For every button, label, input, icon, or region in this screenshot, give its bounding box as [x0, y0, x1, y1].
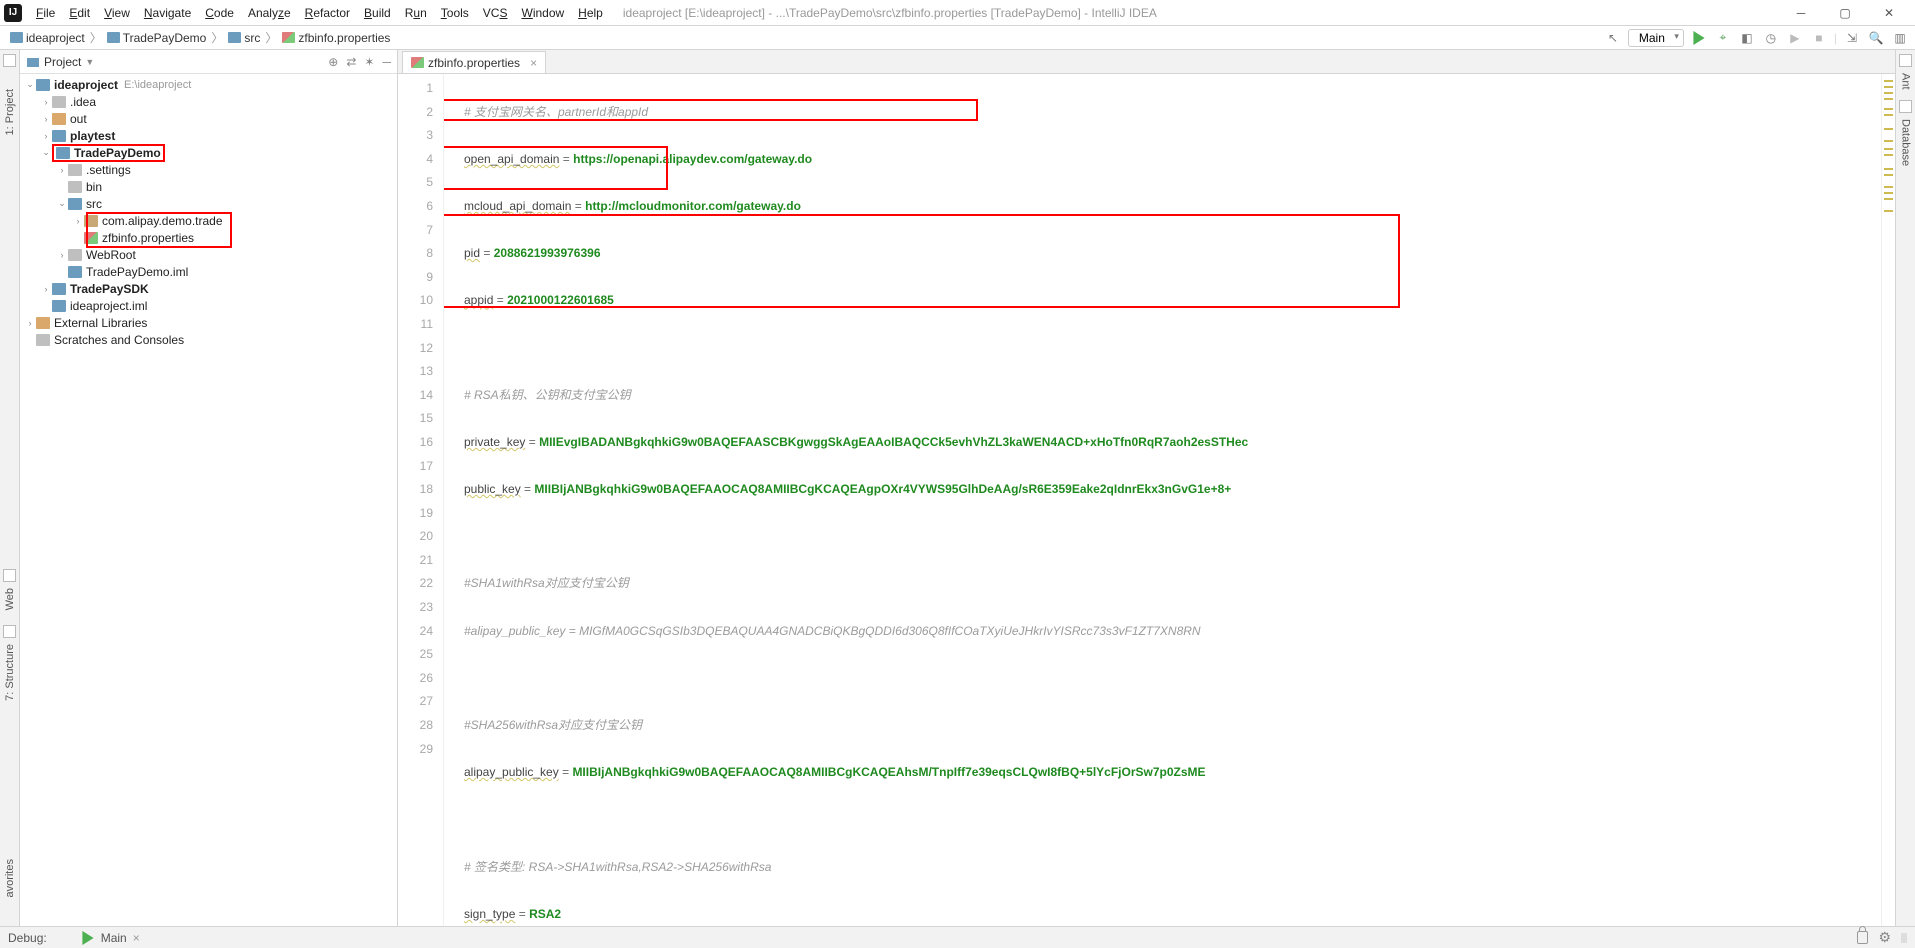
select-opened-file-icon[interactable]: ⊕ [328, 55, 338, 69]
project-panel-icon [26, 55, 40, 69]
project-panel: Project ▼ ⊕ ⇄ ✶ ─ ⌄ideaprojectE:\ideapro… [20, 50, 398, 926]
favorites-toolwindow-label[interactable]: avorites [4, 859, 16, 898]
tree-webroot[interactable]: ›WebRoot [20, 246, 397, 263]
menu-analyze[interactable]: Analyze [242, 4, 297, 22]
database-toolwindow-icon[interactable] [1899, 100, 1912, 113]
git-update-button[interactable]: ⇲ [1843, 29, 1861, 47]
search-everywhere-icon[interactable]: 🔍 [1867, 29, 1885, 47]
title-bar: IJ FFileile Edit View Navigate Code Anal… [0, 0, 1915, 26]
window-title: ideaproject [E:\ideaproject] - ...\Trade… [623, 6, 1779, 20]
menu-help[interactable]: Help [572, 4, 609, 22]
back-nav-icon[interactable]: ↖ [1604, 29, 1622, 47]
navigation-bar: ideaproject 〉 TradePayDemo 〉 src 〉 zfbin… [0, 26, 1915, 50]
breadcrumb-module[interactable]: TradePayDemo [103, 30, 211, 46]
hide-icon[interactable]: ─ [382, 55, 391, 69]
run-configuration-dropdown[interactable]: Main [1628, 29, 1684, 47]
menu-refactor[interactable]: Refactor [299, 4, 356, 22]
properties-file-icon [411, 57, 424, 68]
debug-label[interactable]: Debug: [8, 931, 47, 945]
right-tool-strip: Ant Database [1895, 50, 1915, 926]
attach-button[interactable]: ▶ [1786, 29, 1804, 47]
breadcrumb-src[interactable]: src [224, 30, 264, 46]
close-debug-tab-icon[interactable]: × [133, 931, 140, 945]
code-editor[interactable]: # 支付宝网关名、partnerId和appId open_api_domain… [444, 74, 1881, 926]
settings-gear-icon[interactable]: ⚙ [1878, 929, 1891, 946]
editor-panel: zfbinfo.properties × 12345678910 1112131… [398, 50, 1895, 926]
minimap-markers[interactable] [1881, 74, 1895, 926]
tree-out[interactable]: ›out [20, 110, 397, 127]
coverage-button[interactable]: ◧ [1738, 29, 1756, 47]
ant-toolwindow-icon[interactable] [1899, 54, 1912, 67]
project-panel-header: Project ▼ ⊕ ⇄ ✶ ─ [20, 50, 397, 74]
menu-file[interactable]: FFileile [30, 4, 61, 22]
editor-tab-zfbinfo[interactable]: zfbinfo.properties × [402, 51, 546, 73]
tree-src[interactable]: ⌄src [20, 195, 397, 212]
project-tree[interactable]: ⌄ideaprojectE:\ideaproject ›.idea ›out ›… [20, 74, 397, 926]
tab-close-icon[interactable]: × [530, 56, 537, 70]
expand-all-icon[interactable]: ⇄ [346, 55, 356, 69]
tree-root[interactable]: ⌄ideaprojectE:\ideaproject [20, 76, 397, 93]
tree-bin[interactable]: bin [20, 178, 397, 195]
left-tool-strip: 1: Project Web 7: Structure avorites [0, 50, 20, 926]
collapse-icon[interactable]: ✶ [364, 55, 374, 69]
maximize-button[interactable]: ▢ [1823, 0, 1867, 26]
tree-settings[interactable]: ›.settings [20, 161, 397, 178]
stop-button[interactable]: ■ [1810, 29, 1828, 47]
tree-external-libs[interactable]: ›External Libraries [20, 314, 397, 331]
lock-icon[interactable] [1857, 931, 1868, 944]
tree-sdk[interactable]: ›TradePaySDK [20, 280, 397, 297]
menu-view[interactable]: View [98, 4, 136, 22]
status-spacer [1901, 933, 1907, 943]
project-panel-title: Project [44, 55, 81, 69]
app-logo: IJ [4, 4, 22, 22]
menu-edit[interactable]: Edit [63, 4, 96, 22]
web-toolwindow-label[interactable]: Web [4, 588, 16, 610]
layout-icon[interactable]: ▥ [1891, 29, 1909, 47]
menu-window[interactable]: Window [515, 4, 570, 22]
minimize-button[interactable]: ─ [1779, 0, 1823, 26]
tree-idea[interactable]: ›.idea [20, 93, 397, 110]
line-gutter: 12345678910 11121314151617181920 2122232… [398, 74, 444, 926]
status-bar: Debug: Main × ⚙ [0, 926, 1915, 948]
menu-vcs[interactable]: VCS [477, 4, 514, 22]
breadcrumb-file[interactable]: zfbinfo.properties [278, 30, 394, 46]
menu-run[interactable]: Run [399, 4, 433, 22]
tree-rootiml[interactable]: ideaproject.iml [20, 297, 397, 314]
tab-label: zfbinfo.properties [428, 56, 520, 70]
status-run-config[interactable]: Main × [71, 931, 150, 945]
tree-scratches[interactable]: Scratches and Consoles [20, 331, 397, 348]
structure-toolwindow-icon[interactable] [3, 625, 16, 638]
ant-toolwindow-label[interactable]: Ant [1900, 73, 1912, 90]
web-toolwindow-icon[interactable] [3, 569, 16, 582]
tree-playtest[interactable]: ›playtest [20, 127, 397, 144]
tree-tradepaydemo[interactable]: ⌄TradePayDemo [20, 144, 397, 161]
menu-bar: FFileile Edit View Navigate Code Analyze… [30, 4, 609, 22]
database-toolwindow-label[interactable]: Database [1900, 119, 1912, 166]
menu-tools[interactable]: Tools [435, 4, 475, 22]
breadcrumb-root[interactable]: ideaproject [6, 30, 89, 46]
editor-tab-bar: zfbinfo.properties × [398, 50, 1895, 74]
project-toolwindow-label[interactable]: 1: Project [4, 89, 16, 135]
play-icon [81, 931, 95, 945]
run-button[interactable] [1690, 29, 1708, 47]
structure-toolwindow-label[interactable]: 7: Structure [4, 644, 16, 701]
menu-navigate[interactable]: Navigate [138, 4, 197, 22]
profiler-button[interactable]: ◷ [1762, 29, 1780, 47]
project-toolwindow-icon[interactable] [3, 54, 16, 67]
debug-button[interactable]: ⌖ [1714, 29, 1732, 47]
menu-build[interactable]: Build [358, 4, 397, 22]
menu-code[interactable]: Code [199, 4, 240, 22]
tree-iml[interactable]: TradePayDemo.iml [20, 263, 397, 280]
close-button[interactable]: ✕ [1867, 0, 1911, 26]
